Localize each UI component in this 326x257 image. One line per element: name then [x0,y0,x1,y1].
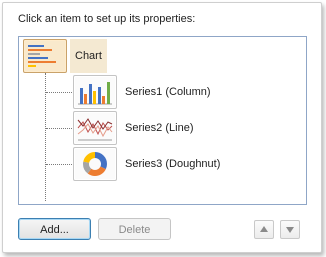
tree-node-label: Series3 (Doughnut) [125,158,221,170]
tree-connector [46,128,72,129]
tree-connector [46,164,72,165]
tree-node-label: Chart [75,50,102,62]
doughnut-chart-thumbnail-icon [73,147,117,181]
move-up-button[interactable] [254,220,274,239]
instruction-text: Click an item to set up its properties: [18,13,196,25]
line-chart-thumbnail-icon [73,111,117,145]
add-button[interactable]: Add... [18,218,91,240]
tree-node-label: Series2 (Line) [125,122,194,134]
delete-button[interactable]: Delete [98,218,171,240]
chart-thumbnail-icon [23,39,67,73]
chart-element-tree[interactable]: Chart Series1 (Column) Series2 (Line) Se… [18,36,307,205]
series-editor-panel: Click an item to set up its properties: … [2,2,322,253]
move-down-button[interactable] [280,220,300,239]
tree-connector [46,92,72,93]
column-chart-thumbnail-icon [73,75,117,109]
tree-node-label: Series1 (Column) [125,86,211,98]
